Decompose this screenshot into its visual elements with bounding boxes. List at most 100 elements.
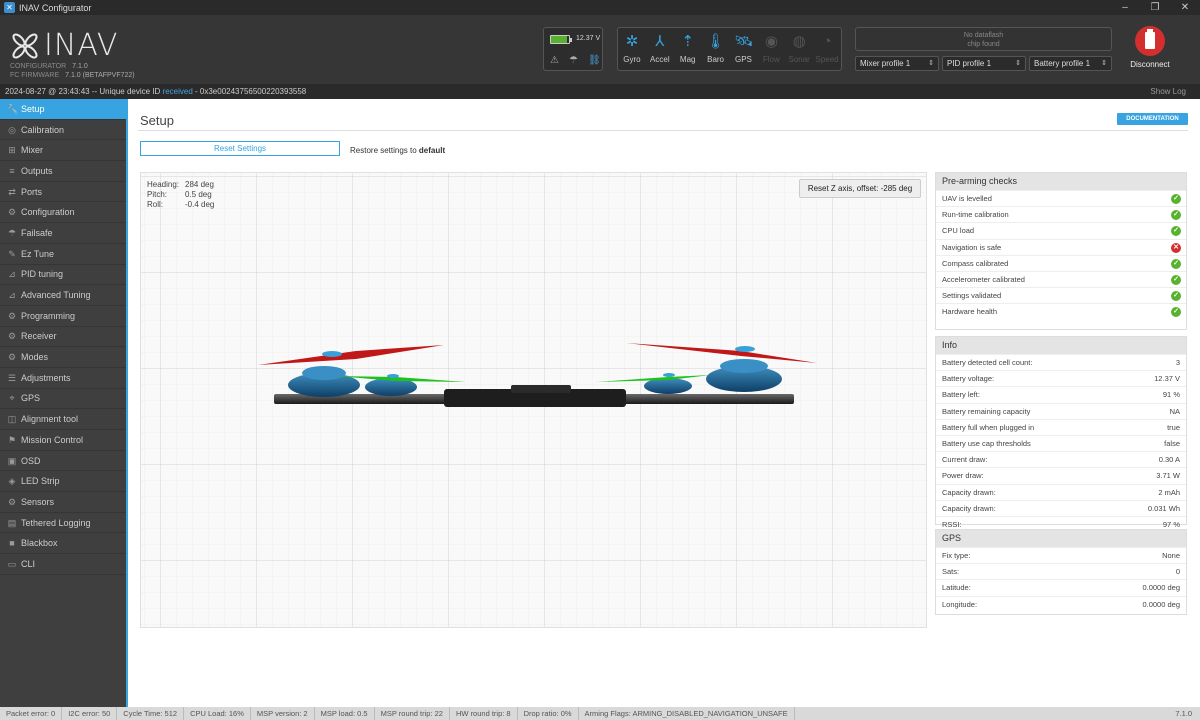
check-ok-icon: ✓ xyxy=(1171,258,1181,269)
sidebar-item-pid-tuning[interactable]: ⊿ PID tuning xyxy=(0,265,126,286)
baro-icon: 🌡 xyxy=(706,33,726,50)
warning-icon: ⚠ xyxy=(550,55,559,66)
sidebar-item-mission-control[interactable]: ⚑ Mission Control xyxy=(0,430,126,451)
check-ok-icon: ✓ xyxy=(1171,274,1181,285)
mixer-icon: ⊞ xyxy=(8,145,16,156)
show-log-link[interactable]: Show Log xyxy=(1150,84,1186,99)
cli-icon: ▭ xyxy=(7,558,17,569)
maximize-icon[interactable]: ❐ xyxy=(1140,0,1170,15)
sidebar-item-programming[interactable]: ⚙ Programming xyxy=(0,306,126,327)
led-icon: ◈ xyxy=(8,476,16,487)
info-value: 0.30 A xyxy=(1158,455,1180,465)
info-label: Capacity drawn: xyxy=(942,487,996,497)
reset-z-axis-button[interactable]: Reset Z axis, offset: -285 deg xyxy=(799,179,921,198)
sensor-status-bar: ✲ Gyro ⅄ Accel ⇡ Mag 🌡 Baro 🛰 GPS ◉ Flow ◍ Sonar ◔ Spee… xyxy=(617,27,842,71)
sidebar-item-ports[interactable]: ⇄ Ports xyxy=(0,182,126,203)
sidebar-item-ez-tune[interactable]: ✎ Ez Tune xyxy=(0,244,126,265)
sidebar-item-calibration[interactable]: ◎ Calibration xyxy=(0,120,126,141)
gps-value: 0.0000 deg xyxy=(1142,599,1180,609)
mixer-profile-select[interactable]: Mixer profile 1 ⇕ xyxy=(855,56,939,71)
sensor-baro: 🌡 Baro xyxy=(702,28,730,70)
sensor-accel: ⅄ Accel xyxy=(646,28,674,70)
sidebar-item-advanced-tuning[interactable]: ⊿ Advanced Tuning xyxy=(0,285,126,306)
window-titlebar: ✕ INAV Configurator – ❐ ✕ xyxy=(0,0,1200,15)
configurator-label: CONFIGURATOR xyxy=(10,63,67,70)
restore-default: default xyxy=(418,146,446,155)
chevron-updown-icon: ⇕ xyxy=(1101,60,1107,67)
info-label: RSSI: xyxy=(942,519,962,529)
sidebar-item-outputs[interactable]: ≡ Outputs xyxy=(0,161,126,182)
sidebar-item-label: Ports xyxy=(21,186,43,197)
prearm-check-row: Settings validated ✓ xyxy=(936,287,1186,303)
prearming-title: Pre-arming checks xyxy=(936,173,1186,190)
info-title: Info xyxy=(936,337,1186,354)
sidebar-item-label: Setup xyxy=(21,103,45,114)
sidebar-item-modes[interactable]: ⚙ Modes xyxy=(0,347,126,368)
attitude-key: Heading: xyxy=(147,180,180,189)
sensor-speed: ◔ Speed xyxy=(813,28,841,70)
sidebar-item-adjustments[interactable]: ☰ Adjustments xyxy=(0,368,126,389)
sidebar-item-led-strip[interactable]: ◈ LED Strip xyxy=(0,471,126,493)
sensor-label: Speed xyxy=(815,55,839,64)
sidebar-item-failsafe[interactable]: ☂ Failsafe xyxy=(0,223,126,244)
sidebar-item-alignment-tool[interactable]: ◫ Alignment tool xyxy=(0,409,126,430)
sensor-label: GPS xyxy=(734,55,752,64)
outputs-icon: ≡ xyxy=(9,165,15,176)
documentation-button[interactable]: DOCUMENTATION xyxy=(1117,113,1188,125)
info-row: Battery full when plugged in true xyxy=(936,418,1186,435)
sidebar-item-mixer[interactable]: ⊞ Mixer xyxy=(0,140,126,162)
sidebar-item-gps[interactable]: ⌖ GPS xyxy=(0,389,126,410)
chevron-updown-icon: ⇕ xyxy=(1015,60,1021,67)
check-ok-icon: ✓ xyxy=(1171,226,1181,237)
gps-icon: ⌖ xyxy=(9,393,15,404)
sidebar-item-label: Mixer xyxy=(21,145,43,156)
info-row: Power draw: 3.71 W xyxy=(936,467,1186,483)
info-label: Battery voltage: xyxy=(942,374,995,384)
footer-stat: HW round trip: 8 xyxy=(450,707,518,720)
sidebar-item-receiver[interactable]: ⚙ Receiver xyxy=(0,327,126,348)
sidebar-item-cli[interactable]: ▭ CLI xyxy=(0,554,126,575)
attitude-row: Pitch: 0.5 deg xyxy=(147,190,214,200)
programming-icon: ⚙ xyxy=(7,310,17,321)
speed-icon: ◔ xyxy=(822,33,832,50)
battery-voltage: 12.37 V xyxy=(576,35,601,42)
sidebar-item-label: Configuration xyxy=(21,207,75,218)
receiver-icon: ⚙ xyxy=(7,331,17,342)
attitude-value: 284 deg xyxy=(185,180,214,189)
sensor-label: Baro xyxy=(707,55,725,64)
sidebar-item-blackbox[interactable]: ■ Blackbox xyxy=(0,533,126,555)
firmware-version: 7.1.0 (BETAFPVF722) xyxy=(65,72,135,79)
footer-stat: CPU Load: 16% xyxy=(184,707,251,720)
page-title: Setup xyxy=(140,113,174,128)
reset-settings-button[interactable]: Reset Settings xyxy=(140,141,340,156)
sidebar-item-label: Adjustments xyxy=(21,372,71,383)
quadcopter-logo-icon xyxy=(10,31,40,61)
sidebar-item-sensors[interactable]: ⚙ Sensors xyxy=(0,492,126,513)
footer-stat: MSP load: 0.5 xyxy=(315,707,375,720)
dataflash-line2: chip found xyxy=(967,41,1000,48)
ports-icon: ⇄ xyxy=(8,186,16,197)
sidebar-item-setup[interactable]: 🔧 Setup xyxy=(0,99,126,120)
gps-value: None xyxy=(1162,551,1180,560)
modes-icon: ⚙ xyxy=(7,352,17,363)
close-icon[interactable]: ✕ xyxy=(1170,0,1200,15)
minimize-icon[interactable]: – xyxy=(1110,0,1140,15)
attitude-value: -0.4 deg xyxy=(185,200,215,209)
footer-stat: Packet error: 0 xyxy=(0,707,63,720)
sidebar-item-label: Failsafe xyxy=(21,227,53,238)
sidebar-item-label: Ez Tune xyxy=(21,248,55,259)
sidebar-item-osd[interactable]: ▣ OSD xyxy=(0,451,126,472)
info-value: 91 % xyxy=(1162,390,1180,400)
sidebar-item-tethered-logging[interactable]: ▤ Tethered Logging xyxy=(0,513,126,534)
sidebar-item-configuration[interactable]: ⚙ Configuration xyxy=(0,202,126,224)
logo-text: INAV xyxy=(44,28,119,63)
mission-icon: ⚑ xyxy=(7,434,17,445)
accel-icon: ⅄ xyxy=(655,33,665,50)
prearm-check-label: Run-time calibration xyxy=(942,210,1009,220)
pid-profile-select[interactable]: PID profile 1 ⇕ xyxy=(942,56,1026,71)
disconnect-button[interactable]: Disconnect xyxy=(1122,23,1178,75)
prearm-check-label: Navigation is safe xyxy=(942,242,1002,252)
info-label: Battery remaining capacity xyxy=(942,406,1031,416)
battery-profile-select[interactable]: Battery profile 1 ⇕ xyxy=(1029,56,1112,71)
sensors-icon: ⚙ xyxy=(7,496,17,507)
